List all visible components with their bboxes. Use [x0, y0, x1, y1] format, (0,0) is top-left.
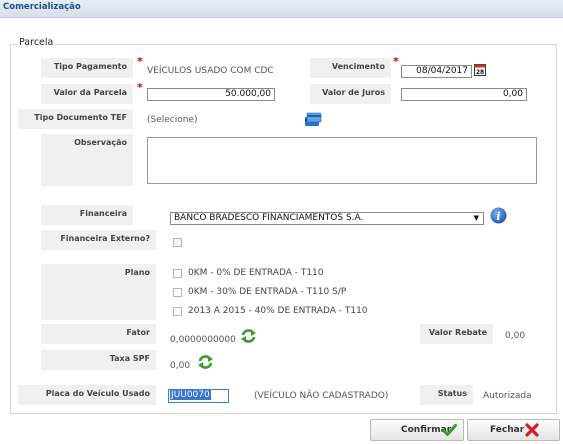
fator-value: 0,0000000000 — [170, 335, 236, 345]
window-titlebar: Comercialização — [0, 0, 563, 18]
plano-option-label: 0KM - 30% DE ENTRADA - T110 S/P — [188, 287, 347, 297]
svg-text:28: 28 — [476, 69, 484, 76]
valor-parcela-input[interactable]: 50.000,00 — [147, 88, 275, 101]
fechar-button[interactable]: Fechar — [467, 419, 560, 441]
label-valor-rebate: Valor Rebate — [420, 324, 493, 344]
label-tipo-pagamento: Tipo Pagamento — [41, 58, 133, 78]
status-value: Autorizada — [483, 391, 532, 401]
financeira-externo-checkbox[interactable] — [173, 238, 182, 247]
taxa-spf-value: 0,00 — [170, 361, 191, 371]
label-placa: Placa do Veículo Usado — [18, 385, 156, 405]
card-icon[interactable] — [304, 112, 322, 127]
label-status: Status — [420, 385, 473, 405]
label-observacao: Observação — [41, 134, 133, 186]
required-marker: * — [137, 81, 143, 94]
section-legend: Parcela — [17, 37, 56, 48]
plano-checkbox[interactable] — [173, 269, 182, 278]
label-financeira-externo: Financeira Externo? — [41, 230, 156, 250]
label-financeira: Financeira — [41, 205, 133, 225]
label-plano: Plano — [41, 264, 156, 320]
required-marker: * — [393, 55, 399, 68]
fechar-label: Fechar — [490, 425, 525, 435]
label-tipo-documento-tef: Tipo Documento TEF — [18, 109, 133, 129]
plano-checkbox[interactable] — [173, 307, 182, 316]
confirmar-button[interactable]: Confirmar — [370, 419, 464, 441]
required-marker: * — [137, 55, 143, 68]
plano-option-label: 2013 A 2015 - 40% DE ENTRADA - T110 — [188, 306, 368, 316]
placa-status-note: (VEÍCULO NÃO CADASTRADO) — [254, 391, 389, 401]
valor-juros-input[interactable]: 0,00 — [401, 88, 527, 101]
valor-rebate-value: 0,00 — [505, 331, 526, 341]
plano-checkbox[interactable] — [173, 288, 182, 297]
refresh-icon[interactable] — [197, 354, 214, 370]
label-vencimento: Vencimento — [310, 58, 391, 78]
vencimento-input[interactable]: 08/04/2017 — [401, 65, 472, 78]
calendar-icon[interactable]: 28 — [474, 63, 486, 76]
plano-option-label: 0KM - 0% DE ENTRADA - T110 — [188, 268, 324, 278]
placa-input[interactable]: JUU0070 — [168, 389, 229, 403]
label-fator: Fator — [41, 324, 156, 344]
window-title: Comercialização — [3, 2, 81, 12]
label-valor-juros: Valor de Juros — [310, 84, 391, 104]
label-taxa-spf: Taxa SPF — [41, 350, 156, 370]
financeira-select[interactable]: BANCO BRADESCO FINANCIAMENTOS S.A. ▼ — [170, 212, 484, 225]
tipo-pagamento-value: VEÍCULOS USADO COM CDC — [147, 66, 274, 76]
dropdown-arrow-icon: ▼ — [473, 214, 479, 222]
observacao-textarea[interactable] — [147, 137, 537, 184]
refresh-icon[interactable] — [240, 328, 257, 344]
check-icon — [442, 424, 457, 436]
financeira-selected: BANCO BRADESCO FINANCIAMENTOS S.A. — [174, 213, 364, 223]
label-valor-parcela: Valor da Parcela — [41, 84, 133, 104]
x-icon — [525, 423, 539, 437]
info-icon[interactable]: i — [490, 207, 507, 224]
placa-input-value: JUU0070 — [170, 390, 211, 400]
svg-text:i: i — [496, 210, 500, 223]
tipo-documento-tef-select[interactable]: (Selecione) — [147, 115, 198, 125]
